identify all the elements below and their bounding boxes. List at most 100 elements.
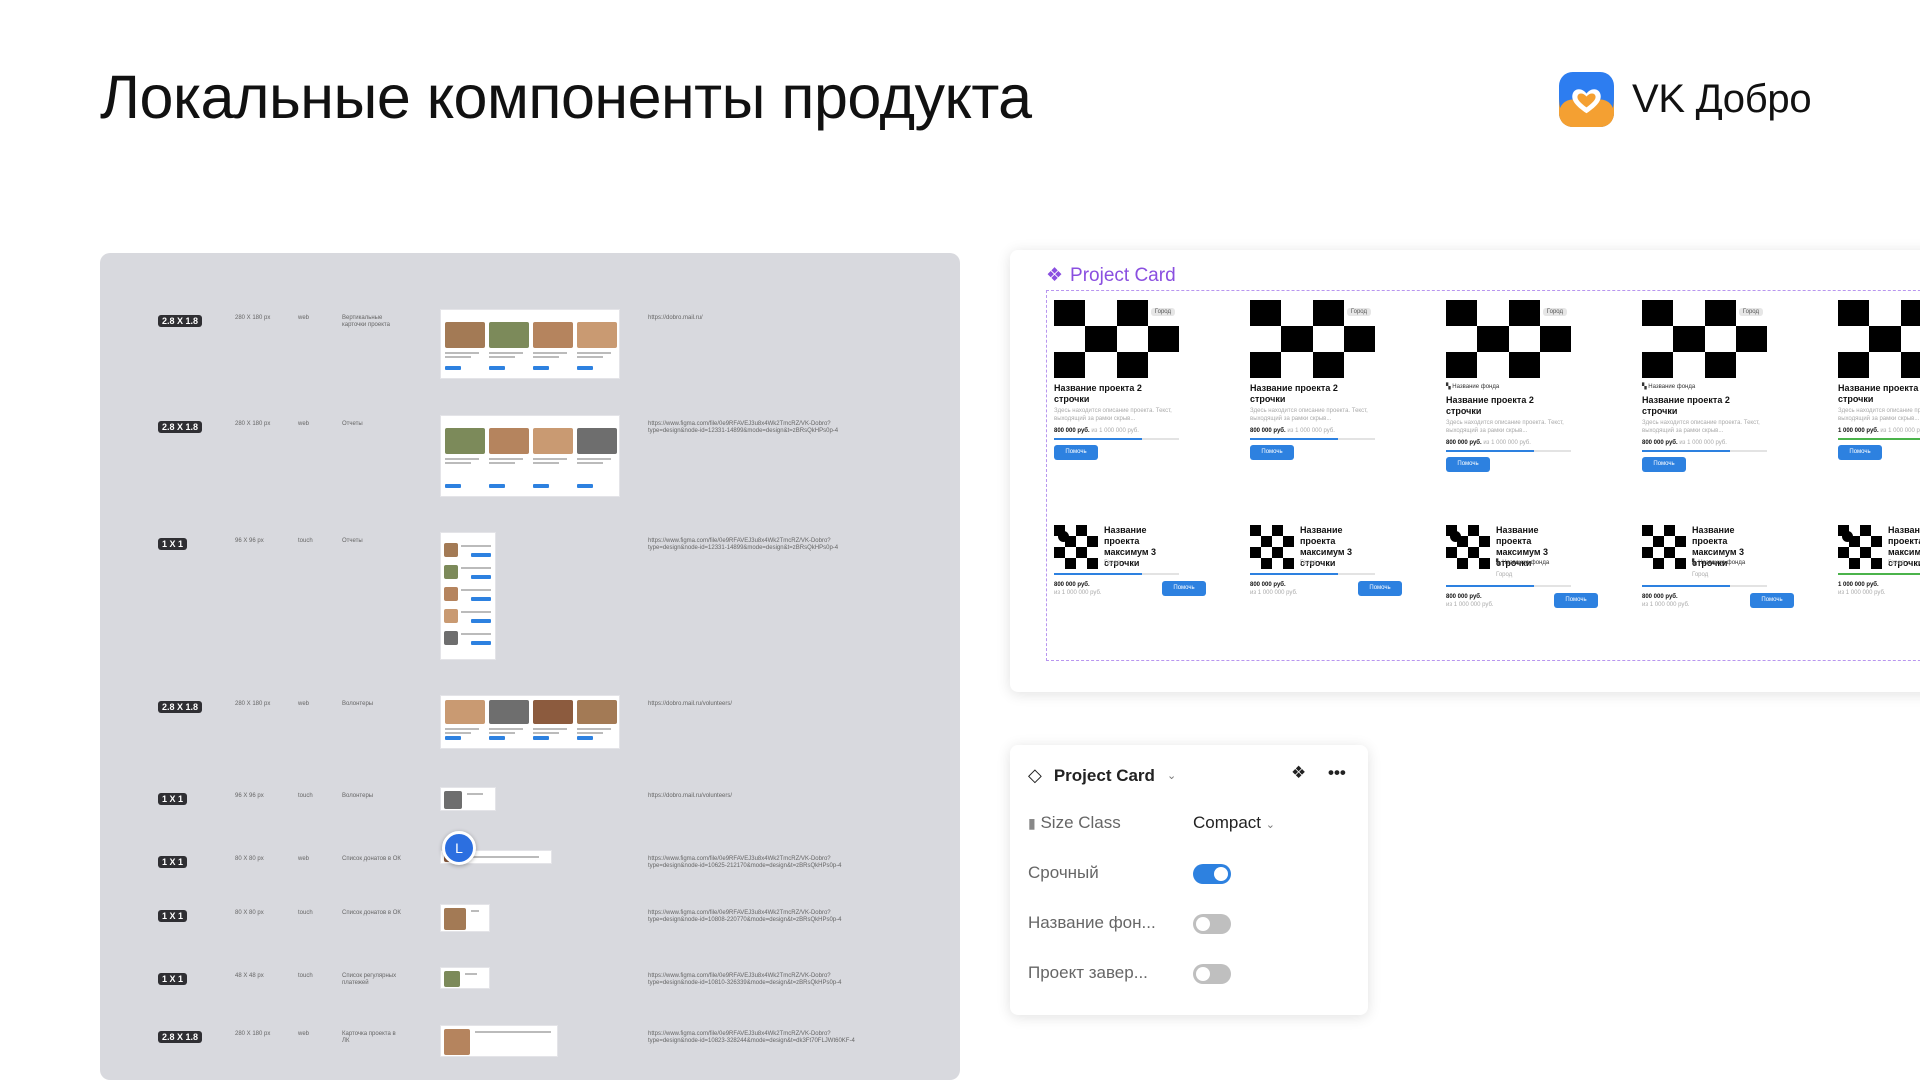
preview-photo	[577, 700, 617, 724]
ratio-badge: 2.8 X 1.8	[158, 421, 203, 433]
preview-button	[533, 484, 549, 488]
card-sum: 800 000 руб. из 1 000 000 руб.	[1446, 440, 1531, 446]
city-tag: Город	[1542, 308, 1567, 316]
collaborator-cursor: L	[442, 831, 476, 865]
platform-cell: touch	[298, 538, 313, 544]
preview-text-line	[577, 352, 611, 354]
figma-link[interactable]: https://www.figma.com/file/0e9RFAVEJ3u8x…	[648, 421, 858, 435]
help-button[interactable]: Помочь	[1162, 581, 1206, 596]
figma-link[interactable]: https://dobro.mail.ru/	[648, 315, 858, 322]
fund-name: ▚ Название фонда	[1496, 560, 1550, 566]
component-preview[interactable]	[440, 967, 490, 989]
size-cell: 280 X 180 px	[235, 315, 271, 321]
placeholder-image: Город	[1642, 300, 1767, 378]
progress-bar	[1642, 585, 1767, 587]
help-button[interactable]: Помочь	[1750, 593, 1794, 608]
component-preview[interactable]	[440, 309, 620, 379]
chevron-down-icon[interactable]: ⌄	[1167, 769, 1176, 782]
figma-canvas-frame[interactable]: ❖ Project Card Город Название проекта 2 с…	[1010, 250, 1920, 692]
preview-photo	[444, 791, 462, 809]
figma-link[interactable]: https://www.figma.com/file/0e9RFAVEJ3u8x…	[648, 538, 858, 552]
component-preview[interactable]	[440, 695, 620, 749]
figma-link[interactable]: https://www.figma.com/file/0e9RFAVEJ3u8x…	[648, 973, 858, 987]
component-name-cell: Отчеты	[342, 538, 363, 544]
preview-text-line	[533, 356, 559, 358]
ratio-badge: 2.8 X 1.8	[158, 1031, 203, 1043]
component-preview[interactable]	[440, 415, 620, 497]
preview-photo	[489, 428, 529, 454]
progress-bar	[1250, 573, 1375, 575]
help-button[interactable]: Помочь	[1054, 445, 1098, 460]
help-button[interactable]: Помочь	[1446, 457, 1490, 472]
preview-button	[471, 575, 491, 579]
progress-bar	[1054, 438, 1179, 440]
brand-name: VK Добро	[1632, 77, 1812, 121]
help-button[interactable]: Помочь	[1250, 445, 1294, 460]
preview-button	[489, 736, 505, 740]
component-preview[interactable]	[440, 1025, 558, 1057]
placeholder-image: Город	[1838, 300, 1920, 378]
placeholder-image	[1642, 525, 1686, 569]
component-preview[interactable]	[440, 532, 496, 660]
preview-photo	[533, 700, 573, 724]
preview-text-line	[533, 732, 559, 734]
preview-text-line	[445, 458, 479, 460]
urgent-icon	[1450, 531, 1461, 542]
progress-bar	[1446, 450, 1571, 452]
card-title: Название проекта 2 строчки	[1838, 383, 1920, 404]
go-to-main-component-icon[interactable]: ❖	[1291, 763, 1306, 783]
figma-link[interactable]: https://dobro.mail.ru/volunteers/	[648, 701, 858, 708]
card-description: Здесь находится описание проекта. Текст,…	[1838, 408, 1920, 422]
city-tag: Город	[1692, 572, 1709, 578]
help-button[interactable]: Помочь	[1642, 457, 1686, 472]
city-tag: Город	[1104, 560, 1121, 566]
fund-name: ▚ Название фонда	[1642, 384, 1696, 390]
preview-text-line	[467, 793, 483, 795]
progress-bar	[1250, 438, 1375, 440]
progress-bar	[1838, 438, 1920, 440]
size-cell: 96 X 96 px	[235, 538, 264, 544]
component-name-cell: Волонтеры	[342, 793, 374, 799]
fund-name-toggle[interactable]	[1193, 914, 1231, 934]
preview-text-line	[489, 352, 523, 354]
figma-link[interactable]: https://www.figma.com/file/0e9RFAVEJ3u8x…	[648, 856, 858, 870]
help-button[interactable]: Помочь	[1358, 581, 1402, 596]
urgent-icon	[1450, 306, 1461, 317]
figma-link[interactable]: https://www.figma.com/file/0e9RFAVEJ3u8x…	[648, 910, 858, 924]
progress-bar	[1054, 573, 1179, 575]
project-finished-toggle[interactable]	[1193, 964, 1231, 984]
preview-photo	[444, 908, 466, 930]
preview-text-line	[465, 973, 477, 975]
component-preview[interactable]	[440, 904, 490, 932]
ratio-badge: 1 X 1	[158, 793, 188, 805]
help-button[interactable]: Помочь	[1554, 593, 1598, 608]
city-tag: Город	[1346, 308, 1371, 316]
preview-button	[489, 366, 505, 370]
component-name[interactable]: Project Card	[1054, 766, 1155, 786]
figma-link[interactable]: https://dobro.mail.ru/volunteers/	[648, 793, 858, 800]
preview-photo	[445, 322, 485, 348]
preview-button	[471, 553, 491, 557]
platform-cell: web	[298, 421, 310, 427]
urgent-toggle[interactable]	[1193, 864, 1231, 884]
page-title: Локальные компоненты продукта	[100, 63, 1032, 131]
platform-cell: web	[298, 701, 310, 707]
help-button[interactable]: Помочь	[1838, 445, 1882, 460]
card-sum: 800 000 руб. из 1 000 000 руб.	[1642, 440, 1727, 446]
component-set-label[interactable]: ❖ Project Card	[1046, 264, 1176, 287]
size-cell: 80 X 80 px	[235, 910, 264, 916]
card-sum: 800 000 руб. из 1 000 000 руб.	[1642, 594, 1690, 608]
component-set-icon: ❖	[1046, 265, 1064, 286]
preview-button	[445, 736, 461, 740]
more-options-icon[interactable]: •••	[1328, 763, 1346, 783]
preview-text-line	[445, 732, 471, 734]
preview-button	[471, 597, 491, 601]
figma-link[interactable]: https://www.figma.com/file/0e9RFAVEJ3u8x…	[648, 1031, 858, 1045]
size-class-select[interactable]: Compact ⌄	[1193, 813, 1275, 833]
preview-text-line	[461, 633, 491, 635]
component-name-cell: Отчеты	[342, 421, 363, 427]
preview-text-line	[489, 462, 515, 464]
preview-text-line	[461, 589, 491, 591]
component-preview[interactable]	[440, 787, 496, 811]
card-title: Название проекта 2 строчки	[1250, 383, 1338, 404]
